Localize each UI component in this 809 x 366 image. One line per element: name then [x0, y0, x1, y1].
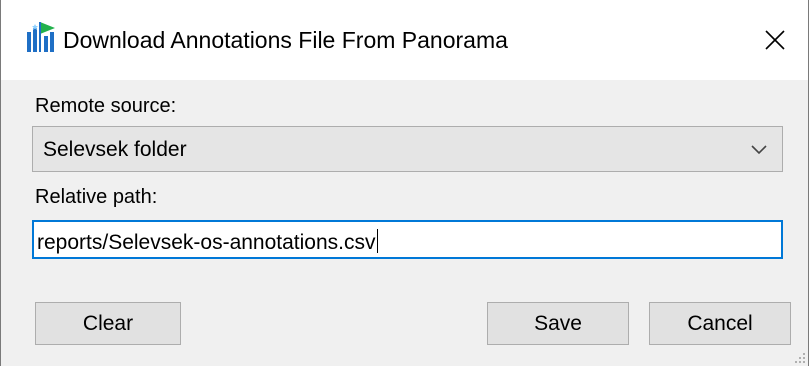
window-title: Download Annotations File From Panorama	[63, 27, 508, 53]
clear-button[interactable]: Clear	[35, 302, 181, 345]
remote-source-label: Remote source:	[35, 95, 177, 117]
remote-source-dropdown[interactable]: Selevsek folder	[32, 126, 783, 172]
panorama-app-icon	[27, 22, 55, 52]
remote-source-selected-value: Selevsek folder	[43, 138, 187, 161]
relative-path-input[interactable]: reports/Selevsek-os-annotations.csv	[32, 220, 783, 259]
dialog-window: Download Annotations File From Panorama …	[0, 0, 809, 366]
cancel-button[interactable]: Cancel	[649, 302, 791, 345]
relative-path-text: reports/Selevsek-os-annotations.csv	[37, 229, 378, 254]
relative-path-label: Relative path:	[35, 186, 158, 208]
title-bar: Download Annotations File From Panorama	[1, 0, 808, 80]
close-button[interactable]	[742, 0, 808, 80]
chevron-down-icon	[751, 145, 767, 155]
text-caret	[376, 229, 378, 253]
save-button[interactable]: Save	[487, 302, 629, 345]
close-icon	[765, 30, 785, 50]
resize-grip-icon[interactable]	[794, 352, 806, 364]
